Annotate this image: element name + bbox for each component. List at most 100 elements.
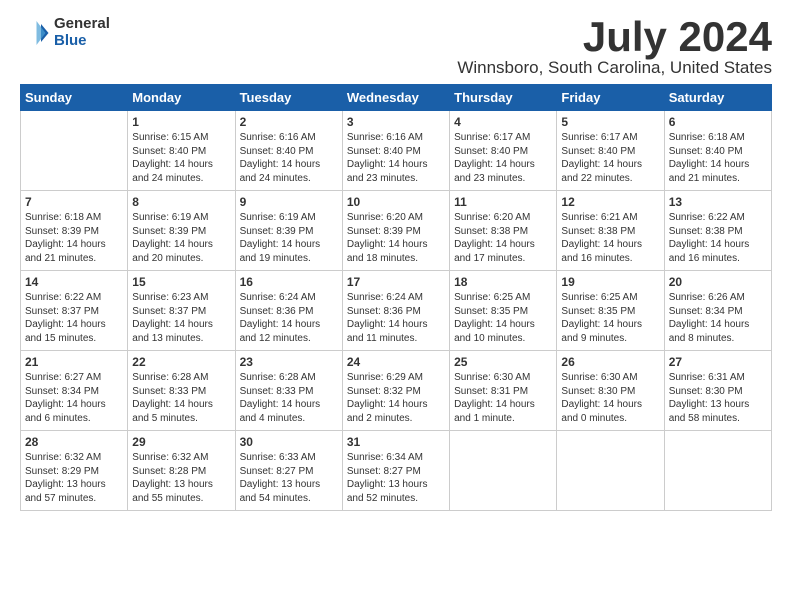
calendar-cell: 21 Sunrise: 6:27 AM Sunset: 8:34 PM Dayli… (21, 351, 128, 431)
calendar-cell: 7 Sunrise: 6:18 AM Sunset: 8:39 PM Daylig… (21, 191, 128, 271)
calendar-cell: 10 Sunrise: 6:20 AM Sunset: 8:39 PM Dayli… (342, 191, 449, 271)
calendar-cell: 9 Sunrise: 6:19 AM Sunset: 8:39 PM Daylig… (235, 191, 342, 271)
day-number: 30 (240, 435, 338, 449)
weekday-header-saturday: Saturday (664, 85, 771, 111)
calendar-cell (450, 431, 557, 511)
calendar-cell: 3 Sunrise: 6:16 AM Sunset: 8:40 PM Daylig… (342, 111, 449, 191)
calendar-cell: 2 Sunrise: 6:16 AM Sunset: 8:40 PM Daylig… (235, 111, 342, 191)
calendar-week-row: 21 Sunrise: 6:27 AM Sunset: 8:34 PM Dayli… (21, 351, 772, 431)
weekday-header-wednesday: Wednesday (342, 85, 449, 111)
calendar-cell: 27 Sunrise: 6:31 AM Sunset: 8:30 PM Dayli… (664, 351, 771, 431)
logo-general: General (54, 16, 110, 33)
calendar-cell: 24Sunrise: 6:29 AM Sunset: 8:32 PM Dayli… (342, 351, 449, 431)
calendar-cell: 18Sunrise: 6:25 AM Sunset: 8:35 PM Dayli… (450, 271, 557, 351)
day-number: 25 (454, 355, 552, 369)
day-number: 10 (347, 195, 445, 209)
day-number: 18 (454, 275, 552, 289)
day-info: Sunrise: 6:19 AM Sunset: 8:39 PM Dayligh… (240, 211, 338, 265)
day-info: Sunrise: 6:33 AM Sunset: 8:27 PM Dayligh… (240, 451, 338, 505)
day-number: 19 (561, 275, 659, 289)
weekday-header-tuesday: Tuesday (235, 85, 342, 111)
day-info: Sunrise: 6:18 AM Sunset: 8:40 PM Dayligh… (669, 131, 767, 185)
day-number: 1 (132, 115, 230, 129)
calendar-title: July 2024 (457, 16, 772, 58)
weekday-header-monday: Monday (128, 85, 235, 111)
day-info: Sunrise: 6:32 AM Sunset: 8:28 PM Dayligh… (132, 451, 230, 505)
calendar-cell: 25 Sunrise: 6:30 AM Sunset: 8:31 PM Dayli… (450, 351, 557, 431)
day-number: 17 (347, 275, 445, 289)
day-number: 11 (454, 195, 552, 209)
calendar-cell: 5 Sunrise: 6:17 AM Sunset: 8:40 PM Daylig… (557, 111, 664, 191)
calendar-cell: 29 Sunrise: 6:32 AM Sunset: 8:28 PM Dayli… (128, 431, 235, 511)
calendar-cell: 20Sunrise: 6:26 AM Sunset: 8:34 PM Dayli… (664, 271, 771, 351)
day-info: Sunrise: 6:31 AM Sunset: 8:30 PM Dayligh… (669, 371, 767, 425)
calendar-cell: 8 Sunrise: 6:19 AM Sunset: 8:39 PM Daylig… (128, 191, 235, 271)
day-info: Sunrise: 6:21 AM Sunset: 8:38 PM Dayligh… (561, 211, 659, 265)
weekday-header-row: SundayMondayTuesdayWednesdayThursdayFrid… (21, 85, 772, 111)
day-info: Sunrise: 6:30 AM Sunset: 8:31 PM Dayligh… (454, 371, 552, 425)
calendar-table: SundayMondayTuesdayWednesdayThursdayFrid… (20, 84, 772, 511)
day-number: 22 (132, 355, 230, 369)
day-info: Sunrise: 6:24 AM Sunset: 8:36 PM Dayligh… (347, 291, 445, 345)
logo-text: General Blue (54, 16, 110, 49)
day-number: 2 (240, 115, 338, 129)
weekday-header-friday: Friday (557, 85, 664, 111)
day-info: Sunrise: 6:20 AM Sunset: 8:38 PM Dayligh… (454, 211, 552, 265)
day-info: Sunrise: 6:32 AM Sunset: 8:29 PM Dayligh… (25, 451, 123, 505)
day-number: 28 (25, 435, 123, 449)
day-info: Sunrise: 6:30 AM Sunset: 8:30 PM Dayligh… (561, 371, 659, 425)
day-info: Sunrise: 6:16 AM Sunset: 8:40 PM Dayligh… (347, 131, 445, 185)
day-info: Sunrise: 6:22 AM Sunset: 8:37 PM Dayligh… (25, 291, 123, 345)
day-info: Sunrise: 6:19 AM Sunset: 8:39 PM Dayligh… (132, 211, 230, 265)
calendar-cell: 4Sunrise: 6:17 AM Sunset: 8:40 PM Daylig… (450, 111, 557, 191)
day-info: Sunrise: 6:27 AM Sunset: 8:34 PM Dayligh… (25, 371, 123, 425)
day-number: 21 (25, 355, 123, 369)
calendar-cell: 13Sunrise: 6:22 AM Sunset: 8:38 PM Dayli… (664, 191, 771, 271)
day-info: Sunrise: 6:26 AM Sunset: 8:34 PM Dayligh… (669, 291, 767, 345)
day-number: 7 (25, 195, 123, 209)
calendar-cell: 23Sunrise: 6:28 AM Sunset: 8:33 PM Dayli… (235, 351, 342, 431)
day-info: Sunrise: 6:15 AM Sunset: 8:40 PM Dayligh… (132, 131, 230, 185)
day-number: 31 (347, 435, 445, 449)
day-info: Sunrise: 6:17 AM Sunset: 8:40 PM Dayligh… (561, 131, 659, 185)
calendar-cell: 6 Sunrise: 6:18 AM Sunset: 8:40 PM Daylig… (664, 111, 771, 191)
day-number: 8 (132, 195, 230, 209)
calendar-cell: 12 Sunrise: 6:21 AM Sunset: 8:38 PM Dayli… (557, 191, 664, 271)
day-number: 24 (347, 355, 445, 369)
day-info: Sunrise: 6:23 AM Sunset: 8:37 PM Dayligh… (132, 291, 230, 345)
day-number: 5 (561, 115, 659, 129)
title-block: July 2024 Winnsboro, South Carolina, Uni… (457, 16, 772, 78)
logo: General Blue (20, 16, 110, 49)
calendar-week-row: 28 Sunrise: 6:32 AM Sunset: 8:29 PM Dayli… (21, 431, 772, 511)
calendar-cell: 26 Sunrise: 6:30 AM Sunset: 8:30 PM Dayli… (557, 351, 664, 431)
day-number: 14 (25, 275, 123, 289)
calendar-cell: 30 Sunrise: 6:33 AM Sunset: 8:27 PM Dayli… (235, 431, 342, 511)
calendar-cell: 14 Sunrise: 6:22 AM Sunset: 8:37 PM Dayli… (21, 271, 128, 351)
day-info: Sunrise: 6:17 AM Sunset: 8:40 PM Dayligh… (454, 131, 552, 185)
day-number: 26 (561, 355, 659, 369)
calendar-cell: 11 Sunrise: 6:20 AM Sunset: 8:38 PM Dayli… (450, 191, 557, 271)
weekday-header-thursday: Thursday (450, 85, 557, 111)
day-info: Sunrise: 6:22 AM Sunset: 8:38 PM Dayligh… (669, 211, 767, 265)
day-number: 12 (561, 195, 659, 209)
day-number: 9 (240, 195, 338, 209)
day-number: 15 (132, 275, 230, 289)
calendar-week-row: 14 Sunrise: 6:22 AM Sunset: 8:37 PM Dayli… (21, 271, 772, 351)
day-number: 16 (240, 275, 338, 289)
day-number: 6 (669, 115, 767, 129)
page-header: General Blue July 2024 Winnsboro, South … (20, 16, 772, 78)
day-info: Sunrise: 6:20 AM Sunset: 8:39 PM Dayligh… (347, 211, 445, 265)
calendar-cell (664, 431, 771, 511)
day-info: Sunrise: 6:18 AM Sunset: 8:39 PM Dayligh… (25, 211, 123, 265)
calendar-cell: 28 Sunrise: 6:32 AM Sunset: 8:29 PM Dayli… (21, 431, 128, 511)
calendar-cell: 1 Sunrise: 6:15 AM Sunset: 8:40 PM Daylig… (128, 111, 235, 191)
day-info: Sunrise: 6:34 AM Sunset: 8:27 PM Dayligh… (347, 451, 445, 505)
day-info: Sunrise: 6:16 AM Sunset: 8:40 PM Dayligh… (240, 131, 338, 185)
day-info: Sunrise: 6:24 AM Sunset: 8:36 PM Dayligh… (240, 291, 338, 345)
day-number: 27 (669, 355, 767, 369)
calendar-cell: 22Sunrise: 6:28 AM Sunset: 8:33 PM Dayli… (128, 351, 235, 431)
calendar-subtitle: Winnsboro, South Carolina, United States (457, 58, 772, 78)
day-number: 3 (347, 115, 445, 129)
day-number: 29 (132, 435, 230, 449)
day-info: Sunrise: 6:25 AM Sunset: 8:35 PM Dayligh… (561, 291, 659, 345)
